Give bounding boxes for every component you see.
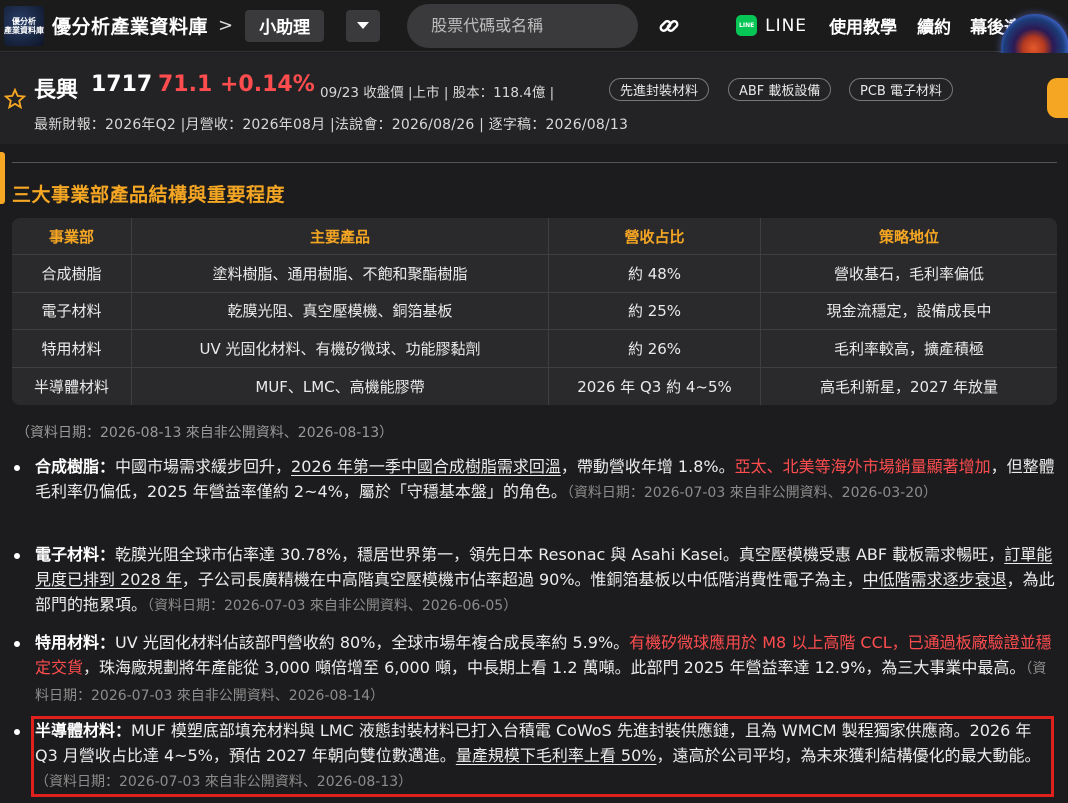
table-row: 半導體材料 MUF、LMC、高機能膠帶 2026 年 Q3 約 4~5% 高毛利… [12,367,1057,405]
bullet-text: ，珠海廠規劃將年產能從 3,000 噸倍增至 6,000 噸，中長期上看 1.2… [83,658,1026,677]
stock-price: 71.1 [158,72,213,97]
top-nav: 優分析產業資料庫 優分析產業資料庫 > 小助理 LINE LINE 使用教學 續… [0,0,1068,52]
section-title: 三大事業部產品結構與重要程度 [12,184,286,206]
table-cell: 高毛利新星，2027 年放量 [820,377,998,396]
bullet-underlined: 2026 年第一季中國合成樹脂需求回溫 [291,457,561,476]
line-icon: LINE [736,15,758,36]
table-row: 電子材料 乾膜光阻、真空壓模機、銅箔基板 約 25% 現金流穩定，設備成長中 [12,292,1057,330]
table-header-cell: 營收占比 [549,218,761,254]
bullet-highlight: 亞太、北美等海外市場銷量顯著增加 [734,457,991,476]
bullet-source: （資料日期：2026-07-03 來自非公開資料、2026-03-20） [566,485,938,501]
line-label: LINE [765,15,808,36]
stock-name: 長興 [34,78,79,103]
bullet-text: 中國市場需求緩步回升， [115,457,292,476]
table-row: 合成樹脂 塗料樹脂、通用樹脂、不飽和聚酯樹脂 約 48% 營收基石，毛利率偏低 [12,255,1057,293]
tutorial-link[interactable]: 使用教學 [829,13,897,38]
list-item: 電子材料：乾膜光阻全球市佔率達 30.78%，穩居世界第一，領先日本 Reson… [12,542,1057,619]
table-cell: 營收基石，毛利率偏低 [833,264,984,283]
table-cell: 半導體材料 [12,367,132,405]
highlight-box [31,716,1054,797]
favorite-star-icon[interactable] [4,88,26,110]
breadcrumb-separator: > [218,15,234,36]
bullet-lead: 合成樹脂： [35,457,116,476]
site-logo[interactable]: 優分析 產業資料庫 [4,5,44,46]
table-cell: 毛利率較高，擴產積極 [833,339,984,358]
side-panel-tab[interactable] [1047,78,1068,118]
list-item: 特用材料：UV 光固化材料佔該部門營收約 80%，全球市場年複合成長率約 5.9… [12,630,1057,709]
table-cell: 約 25% [549,292,761,329]
stock-change: +0.14% [220,72,315,97]
bullet-text: UV 光固化材料佔該部門營收約 80%，全球市場年複合成長率約 5.9%。 [115,633,630,652]
list-item: 合成樹脂：中國市場需求緩步回升，2026 年第一季中國合成樹脂需求回溫，帶動營收… [12,454,1057,506]
line-link[interactable]: LINE LINE [736,15,807,36]
tag-advanced-packaging[interactable]: 先進封裝材料 [609,78,710,101]
table-cell: 合成樹脂 [12,255,132,292]
assistant-button[interactable]: 小助理 [245,9,325,42]
bullet-lead: 特用材料： [35,633,116,652]
table-cell: MUF、LMC、高機能膠帶 [132,367,549,405]
bullet-text: 乾膜光阻全球市佔率達 30.78%，穩居世界第一，領先日本 Resonac 與 … [115,545,1005,564]
site-title[interactable]: 優分析產業資料庫 [52,12,208,39]
bullet-text: ，帶動營收年增 1.8%。 [560,457,735,476]
bullet-dot [14,553,20,559]
table-cell: 塗料樹脂、通用樹脂、不飽和聚酯樹脂 [132,255,549,292]
table-header-cell: 策略地位 [878,227,939,246]
table-row: 特用材料 UV 光固化材料、有機矽微球、功能膠黏劑 約 26% 毛利率較高，擴產… [12,330,1057,368]
stock-code: 1717 [91,72,153,97]
table-cell: 2026 年 Q3 約 4~5% [549,367,761,405]
table-header-cell: 主要產品 [132,218,549,254]
bullet-lead: 電子材料： [35,545,116,564]
stock-sub-meta: 最新財報：2026年Q2 |月營收：2026年08月 |法說會：2026/08/… [34,117,629,133]
bullet-source: （資料日期：2026-07-03 來自非公開資料、2026-06-05） [147,598,518,614]
renew-link[interactable]: 續約 [917,13,951,38]
table-cell: 現金流穩定，設備成長中 [826,302,992,321]
bullet-dot [14,465,20,471]
chevron-down-icon [357,22,370,29]
table-cell: 電子材料 [12,292,132,329]
table-cell: UV 光固化材料、有機矽微球、功能膠黏劑 [132,330,549,367]
segment-table: 事業部 主要產品 營收占比 策略地位 合成樹脂 塗料樹脂、通用樹脂、不飽和聚酯樹… [12,218,1057,405]
bullet-dot [14,729,20,735]
tag-abf-equipment[interactable]: ABF 載板設備 [728,78,832,101]
table-header-cell: 事業部 [12,218,132,254]
dropdown-button[interactable] [346,9,381,42]
table-cell: 特用材料 [12,330,132,367]
link-icon[interactable] [658,15,680,37]
tag-pcb-materials[interactable]: PCB 電子材料 [849,78,953,101]
table-source-note: （資料日期：2026-08-13 來自非公開資料、2026-08-13） [16,425,394,441]
section-divider [12,162,1057,163]
table-cell: 約 48% [549,255,761,292]
table-cell: 約 26% [549,330,761,367]
search-input[interactable] [431,16,632,35]
section-accent-bar [0,152,5,204]
bullet-dot [14,641,20,647]
stock-meta: 09/23 收盤價 |上市 | 股本：118.4億 | [320,85,555,101]
search-box[interactable] [407,3,639,48]
bullet-underlined: 中低階需求逐步衰退 [862,570,1007,589]
bullet-text: ，子公司長廣精機在中高階真空壓模機市佔率超過 90%。惟銅箔基板以中低階消費性電… [181,570,863,589]
table-header-row: 事業部 主要產品 營收占比 策略地位 [12,218,1057,255]
table-cell: 乾膜光阻、真空壓模機、銅箔基板 [132,292,549,329]
